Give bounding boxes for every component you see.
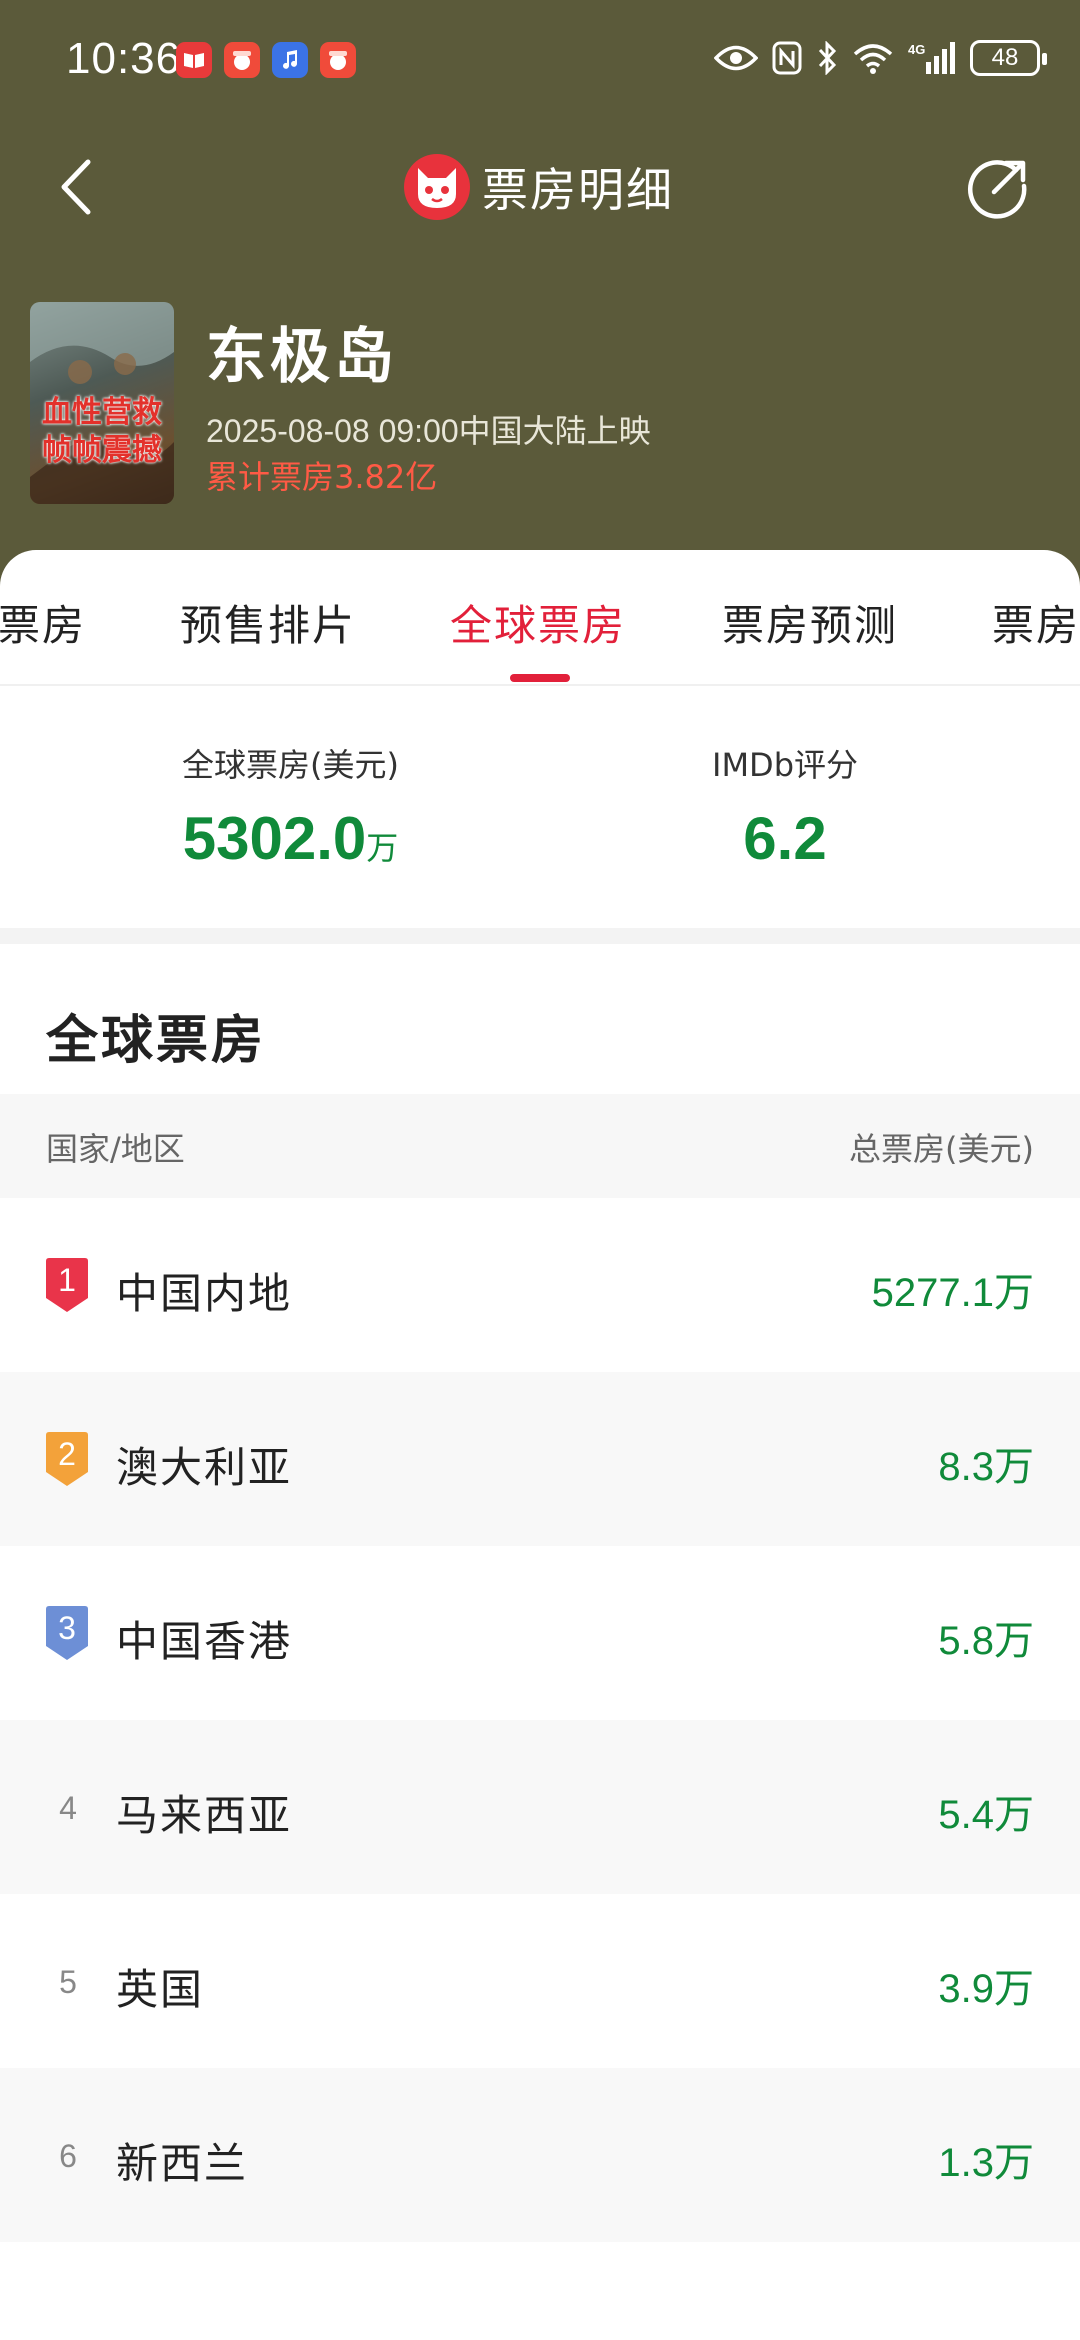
tab-presale[interactable]: 预售排片	[180, 592, 356, 653]
movie-title: 东极岛	[206, 322, 398, 392]
poster-text: 血性营救 帧帧震撼	[42, 395, 162, 468]
tab-global-box-office[interactable]: 全球票房	[450, 592, 626, 653]
wifi-icon	[852, 38, 894, 78]
table-row[interactable]: 2 澳大利亚 8.3万	[0, 1372, 1080, 1546]
table-row[interactable]: 1 中国内地 5277.1万	[0, 1198, 1080, 1372]
movie-info: 血性营救 帧帧震撼 东极岛 2025-08-08 09:00中国大陆上映 累计票…	[30, 302, 1070, 510]
rank-number: 2	[58, 1436, 76, 1472]
box-office-amount: 5277.1万	[871, 1271, 1034, 1315]
country-name: 英国	[116, 1965, 205, 2014]
global-box-office-label: 全球票房(美元)	[182, 746, 399, 784]
global-box-office-value: 5302.0万	[182, 804, 399, 873]
status-bar: 10:36 4G 48	[0, 0, 1080, 120]
page-title: 票房明细	[482, 163, 674, 217]
rank-number: 1	[58, 1262, 76, 1298]
global-box-office-number: 5302.0	[182, 805, 367, 872]
section-title: 全球票房	[46, 1011, 267, 1071]
rank-number: 6	[59, 2137, 77, 2174]
country-name: 新西兰	[116, 2139, 249, 2188]
signal-icon: 4G	[908, 38, 956, 78]
box-office-amount: 5.4万	[938, 1793, 1034, 1837]
nav-bar: 票房明细	[0, 140, 1080, 230]
table-row[interactable]: 5 英国 3.9万	[0, 1894, 1080, 2068]
app-book-icon	[176, 42, 212, 78]
active-tab-indicator	[510, 674, 570, 682]
country-list: 1 中国内地 5277.1万 2 澳大利亚 8.3万 3 中国香港 5.8万 4…	[0, 1198, 1080, 2242]
country-name: 澳大利亚	[116, 1443, 293, 1492]
country-name: 马来西亚	[116, 1791, 293, 1840]
battery-indicator: 48	[970, 40, 1047, 76]
nav-title-group: 票房明细	[404, 152, 674, 222]
cumulative-box-office: 累计票房3.82亿	[206, 458, 438, 496]
rank-number: 5	[59, 1963, 77, 2000]
summary-panel: 全球票房(美元) 5302.0万 IMDb评分 6.2	[0, 688, 1080, 928]
rank-number: 3	[58, 1610, 76, 1646]
box-office-amount: 5.8万	[938, 1619, 1034, 1663]
tab-box-office[interactable]: 票房	[0, 592, 86, 653]
imdb-rating-value: 6.2	[743, 805, 827, 872]
global-box-office-unit: 万	[366, 830, 399, 866]
table-row[interactable]: 4 马来西亚 5.4万	[0, 1720, 1080, 1894]
movie-poster[interactable]: 血性营救 帧帧震撼	[30, 302, 174, 504]
app-red-icon	[224, 42, 260, 78]
app-red2-icon	[320, 42, 356, 78]
rank-number: 4	[59, 1789, 77, 1826]
status-time: 10:36	[66, 34, 182, 83]
release-date: 2025-08-08 09:00中国大陆上映	[206, 413, 651, 449]
share-button[interactable]	[964, 150, 1036, 222]
maoyan-cat-logo-icon	[404, 154, 470, 220]
table-row[interactable]: 3 中国香港 5.8万	[0, 1546, 1080, 1720]
rank-badge-silver-icon: 2	[44, 1430, 90, 1488]
nfc-icon	[772, 38, 802, 78]
imdb-rating-label: IMDb评分	[712, 746, 859, 784]
tab-forecast[interactable]: 票房预测	[722, 592, 898, 653]
table-row[interactable]: 6 新西兰 1.3万	[0, 2068, 1080, 2242]
app-music-icon	[272, 42, 308, 78]
back-arrow-icon	[61, 159, 91, 215]
global-box-office-summary: 全球票房(美元) 5302.0万	[182, 740, 399, 873]
bluetooth-icon	[816, 38, 838, 78]
box-office-amount: 3.9万	[938, 1967, 1034, 2011]
box-office-amount: 8.3万	[938, 1445, 1034, 1489]
rank-badge-bronze-icon: 3	[44, 1604, 90, 1662]
svg-text:4G: 4G	[908, 42, 925, 57]
table-header: 国家/地区 总票房(美元)	[0, 1094, 1080, 1198]
box-office-amount: 1.3万	[938, 2141, 1034, 2185]
status-app-icons	[176, 42, 356, 78]
country-name: 中国香港	[116, 1617, 293, 1666]
column-total: 总票房(美元)	[849, 1130, 1034, 1168]
imdb-rating-summary: IMDb评分 6.2	[712, 740, 858, 873]
status-right: 4G 48	[714, 38, 1047, 78]
tab-bar: 票房 预售排片 全球票房 票房预测 票房	[0, 550, 1080, 686]
country-name: 中国内地	[116, 1269, 293, 1318]
column-country: 国家/地区	[46, 1130, 185, 1168]
back-button[interactable]	[50, 152, 110, 222]
share-icon	[968, 160, 1027, 219]
eye-icon	[714, 38, 758, 78]
section-divider	[0, 928, 1080, 944]
rank-badge-gold-icon: 1	[44, 1256, 90, 1314]
tab-box-office-2[interactable]: 票房	[992, 592, 1080, 653]
